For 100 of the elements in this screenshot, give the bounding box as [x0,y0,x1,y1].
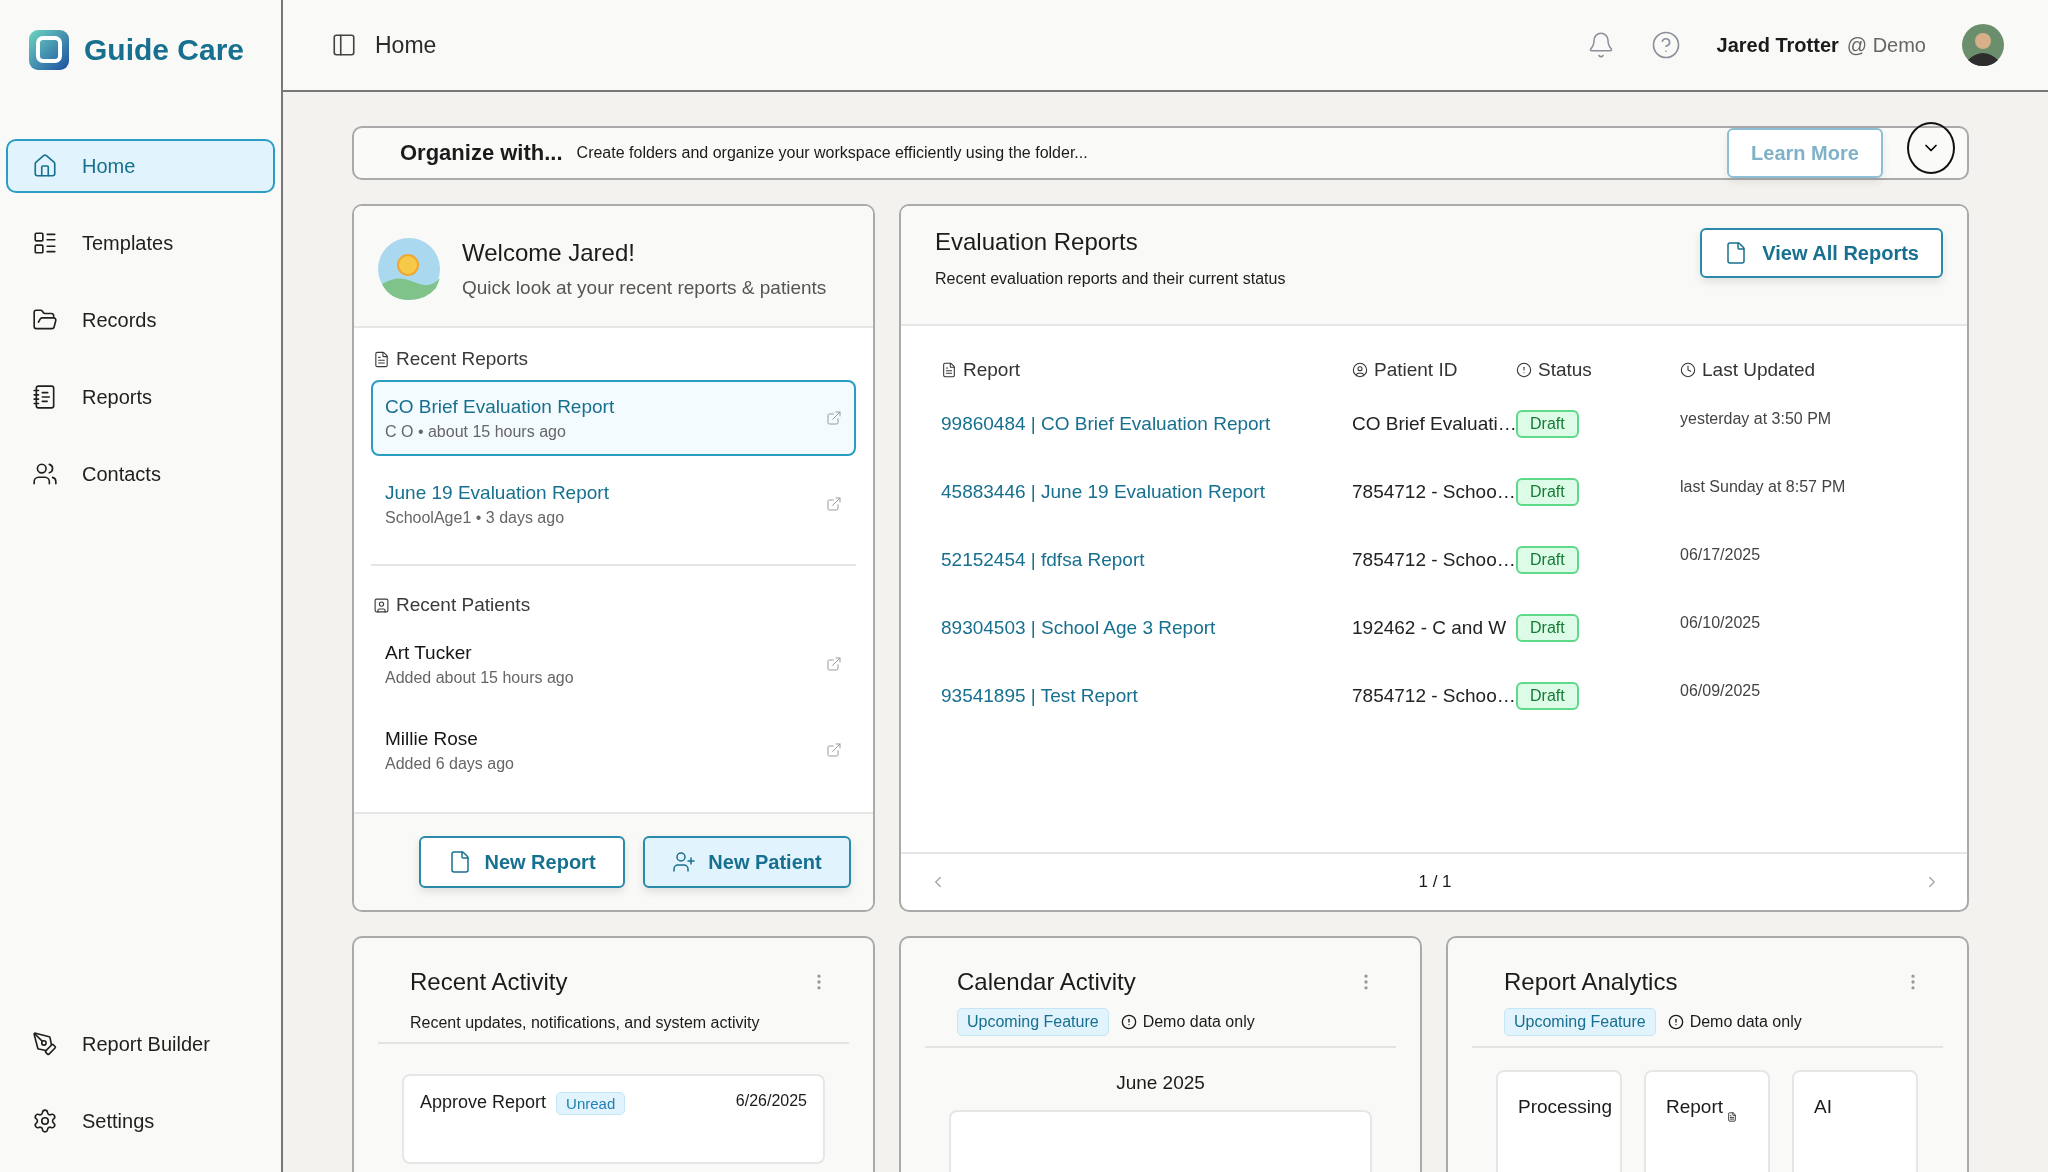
user-name: Jared Trotter [1716,33,1839,57]
card-title: Report Analytics [1504,968,1679,996]
sidebar-item[interactable]: Reports [6,370,275,424]
sidebar-item[interactable]: Templates [6,216,275,270]
status-badge: Draft [1516,478,1579,506]
external-link-icon[interactable] [826,656,842,672]
alert-icon [1120,1014,1137,1030]
report-meta: SchoolAge1 • 3 days ago [385,508,566,527]
report-link[interactable]: 99860484 | CO Brief Evaluation Report [941,413,1271,435]
help-icon[interactable] [1650,30,1681,60]
banner-text: Create folders and organize your workspace efficiently using the folder... [576,144,1088,162]
patient-meta: Added about 15 hours ago [385,668,575,687]
calendar-month: June 2025 [1115,1071,1206,1095]
feature-badge: Upcoming Feature [957,1008,1109,1036]
tile-label: AI [1814,1096,1832,1118]
patient-id-cell: 7854712 - Schoo… [1352,481,1516,503]
card-subtitle: Recent evaluation reports and their current status [935,270,1286,288]
clock-icon [1680,362,1696,378]
tile-label: Processing [1518,1096,1612,1118]
view-all-reports-button[interactable]: View All Reports [1700,228,1943,278]
people-icon [32,461,58,487]
last-updated-cell: 06/10/2025 [1680,614,1761,631]
avatar-silhouette[interactable] [1962,24,2004,66]
activity-date: 6/26/2025 [735,1092,807,1110]
tile-label: Report [1666,1096,1724,1118]
pagination-text: 1 / 1 [1418,872,1452,892]
banner-title: Organize with... [400,140,563,166]
brand-name: Guide Care [84,33,245,67]
report-link[interactable]: 45883446 | June 19 Evaluation Report [941,481,1265,503]
status-badge: Draft [1516,682,1579,710]
patient-id-cell: 7854712 - Schoo… [1352,549,1516,571]
sidebar-item-label: Report Builder [82,1032,210,1056]
card-title: Recent Activity [410,968,569,996]
logo-icon [28,29,70,71]
patient-meta: Added 6 days ago [385,754,515,773]
alert-icon [1667,1014,1684,1030]
patient-name: Art Tucker [385,641,473,664]
report-meta: C O • about 15 hours ago [385,422,567,441]
report-title: June 19 Evaluation Report [385,481,610,504]
welcome-title: Welcome Jared! [462,239,636,267]
sidebar-item-label: Reports [82,385,153,409]
card-subtitle: Recent updates, notifications, and system activity [378,996,849,1044]
sidebar-item-label: Home [82,154,136,178]
activity-item[interactable]: Approve Report Unread 6/26/2025 [402,1074,825,1164]
recent-report-item[interactable]: June 19 Evaluation Report SchoolAge1 • 3 days ago [371,466,856,542]
demo-note: Demo data only [1142,1013,1255,1031]
document-icon [941,362,957,378]
section-heading: Recent Reports [396,348,528,370]
sidebar-item[interactable]: Report Builder [6,1017,275,1071]
report-link[interactable]: 52152454 | fdfsa Report [941,549,1145,571]
sidebar-item[interactable]: Home [6,139,275,193]
new-patient-button[interactable]: New Patient [643,836,851,888]
external-link-icon[interactable] [826,742,842,758]
expand-button[interactable] [1907,122,1955,174]
report-link[interactable]: 89304503 | School Age 3 Report [941,617,1216,639]
sidebar-item[interactable]: Settings [6,1094,275,1148]
column-header: Patient ID [1374,359,1458,381]
patient-name: Millie Rose [385,727,479,750]
last-updated-cell: 06/09/2025 [1680,682,1761,699]
patient-card-icon [373,596,390,614]
sidebar-item-label: Settings [82,1109,155,1133]
settings-icon [32,1108,58,1134]
house-icon [32,153,58,179]
pen-icon [32,1031,58,1057]
column-header: Last Updated [1702,359,1816,381]
recent-report-item[interactable]: CO Brief Evaluation Report C O • about 15 hours ago [371,380,856,456]
last-updated-cell: yesterday at 3:50 PM [1680,410,1832,427]
recent-patient-item[interactable]: Art Tucker Added about 15 hours ago [371,626,856,702]
activity-title: Approve Report [420,1092,547,1113]
external-link-icon[interactable] [826,496,842,512]
sidebar-item[interactable]: Records [6,293,275,347]
document-icon [373,350,390,368]
add-user-icon [672,850,697,874]
sidebar-item[interactable]: Contacts [6,447,275,501]
patient-id-cell: 192462 - C and W [1352,617,1507,639]
report-link[interactable]: 93541895 | Test Report [941,685,1138,707]
new-report-button[interactable]: New Report [419,836,625,888]
status-badge: Draft [1516,410,1579,438]
column-header: Report [963,359,1021,381]
external-link-icon[interactable] [826,410,842,426]
document-icon [1727,1112,1738,1122]
list-layout-icon [32,230,58,256]
page-title: Home [375,31,437,59]
sidebar-toggle-icon[interactable] [331,32,357,58]
alert-icon [1516,362,1532,378]
last-updated-cell: 06/17/2025 [1680,546,1761,563]
user-org: @ Demo [1846,33,1926,57]
patient-id-cell: CO Brief Evaluati… [1352,413,1517,435]
sidebar-item-label: Templates [82,231,174,255]
last-updated-cell: last Sunday at 8:57 PM [1680,478,1846,495]
recent-patient-item[interactable]: Millie Rose Added 6 days ago [371,712,856,788]
sidebar-item-label: Contacts [82,462,161,486]
status-badge: Draft [1516,546,1579,574]
patient-id-cell: 7854712 - Schoo… [1352,685,1516,707]
status-badge: Draft [1516,614,1579,642]
report-title: CO Brief Evaluation Report [385,395,616,418]
user-circle-icon [1352,362,1368,378]
unread-badge: Unread [556,1092,626,1115]
sidebar-item-label: Records [82,308,157,332]
feature-badge: Upcoming Feature [1504,1008,1656,1036]
